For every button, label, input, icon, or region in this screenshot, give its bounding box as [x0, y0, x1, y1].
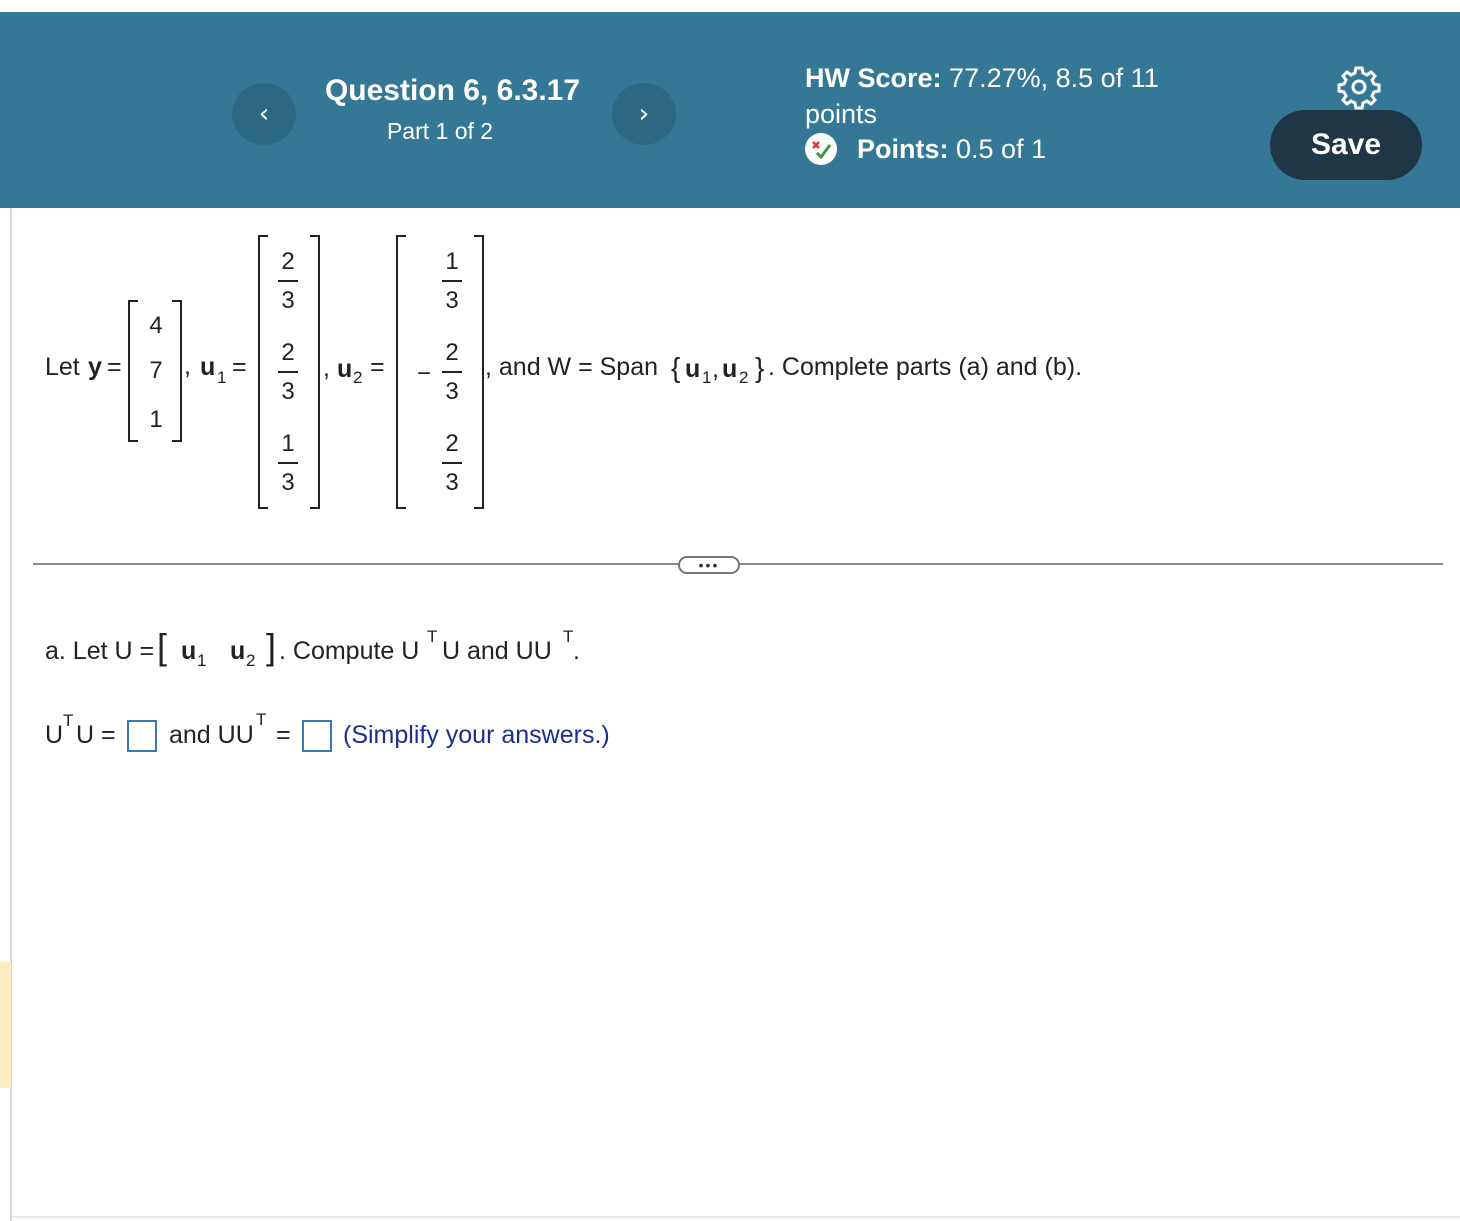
partial-credit-icon	[805, 133, 837, 165]
compute-text: . Compute U	[279, 637, 420, 665]
left-highlight-marker	[0, 962, 11, 1088]
bottom-border	[12, 1216, 1460, 1218]
fraction-denominator: 3	[445, 469, 459, 496]
utu-answer-input[interactable]	[127, 720, 157, 752]
u1-symbol: u	[200, 353, 216, 381]
u1-subscript: 1	[702, 368, 712, 387]
negative-sign: −	[416, 360, 431, 387]
comma: ,	[323, 354, 330, 382]
utu-u: U	[45, 721, 64, 749]
utu-rest: U =	[76, 721, 116, 749]
brace-open: {	[671, 352, 681, 383]
transpose-superscript: T	[427, 627, 438, 646]
points-row: Points: 0.5 of 1	[805, 133, 1046, 165]
comma: ,	[184, 352, 191, 380]
and-text: U and UU	[442, 637, 552, 665]
question-title: Question 6, 6.3.17	[324, 74, 581, 107]
y-vector-right-bracket	[172, 300, 182, 442]
chevron-left-icon: ‹	[258, 99, 270, 129]
y-symbol: y	[88, 353, 102, 381]
u2-symbol: u	[722, 355, 738, 383]
header-bar: ‹ Question 6, 6.3.17 Part 1 of 2 › HW Sc…	[0, 12, 1460, 208]
u2-symbol: u	[230, 637, 246, 665]
hw-score-unit: points	[805, 99, 878, 129]
part-a-lead: a. Let U =	[45, 637, 155, 665]
fraction-denominator: 3	[445, 287, 459, 314]
fraction-numerator: 2	[445, 339, 459, 366]
u1-vector-left-bracket	[258, 235, 268, 509]
transpose-superscript: T	[256, 710, 267, 729]
u2-subscript: 2	[353, 368, 363, 387]
fraction-numerator: 2	[281, 339, 295, 366]
u1-subscript: 1	[197, 651, 207, 670]
matrix-right-bracket: ]	[266, 626, 277, 667]
uut-answer-input[interactable]	[302, 720, 332, 752]
u2-subscript: 2	[739, 368, 749, 387]
fraction-bar	[278, 280, 298, 282]
comma: ,	[712, 355, 719, 383]
y-vector-entry: 1	[149, 406, 163, 433]
u2-vector-left-bracket	[396, 235, 406, 509]
let-text: Let	[45, 353, 80, 381]
u2-vector-right-bracket	[474, 235, 484, 509]
previous-question-button[interactable]: ‹	[232, 83, 296, 145]
transpose-superscript: T	[563, 627, 574, 646]
hw-score-value: 77.27%, 8.5 of 11	[949, 63, 1159, 93]
fraction-denominator: 3	[281, 469, 295, 496]
u2-subscript: 2	[246, 651, 256, 670]
u2-symbol: u	[337, 355, 353, 383]
fraction-denominator: 3	[445, 378, 459, 405]
fraction-bar	[278, 462, 298, 464]
u1-symbol: u	[181, 637, 197, 665]
points-label: Points:	[857, 133, 949, 164]
fraction-bar	[442, 462, 462, 464]
equals-sign: =	[370, 353, 385, 381]
y-vector-left-bracket	[128, 300, 138, 442]
y-vector-entry: 7	[149, 357, 163, 384]
chevron-right-icon: ›	[638, 99, 650, 129]
hw-score: HW Score: 77.27%, 8.5 of 11 points	[805, 60, 1225, 132]
save-button[interactable]: Save	[1270, 110, 1422, 180]
and-uut-text: and UU	[169, 721, 254, 749]
simplify-hint: (Simplify your answers.)	[343, 721, 610, 749]
fraction-numerator: 2	[445, 430, 459, 457]
fraction-numerator: 1	[445, 248, 459, 275]
fraction-bar	[442, 280, 462, 282]
equals-sign: =	[232, 353, 247, 381]
fraction-numerator: 1	[281, 430, 295, 457]
fraction-denominator: 3	[281, 287, 295, 314]
points-value: 0.5 of 1	[956, 133, 1047, 164]
u1-symbol: u	[685, 355, 701, 383]
gear-icon[interactable]	[1336, 64, 1382, 110]
fraction-bar	[278, 371, 298, 373]
matrix-left-bracket: [	[157, 626, 168, 667]
transpose-superscript: T	[63, 711, 74, 730]
next-question-button[interactable]: ›	[612, 83, 676, 145]
period: .	[573, 637, 580, 665]
brace-close: }	[755, 352, 765, 383]
fraction-denominator: 3	[281, 378, 295, 405]
hw-score-label: HW Score:	[805, 63, 942, 93]
part-label: Part 1 of 2	[386, 118, 494, 144]
span-text: , and W = Span	[485, 353, 659, 381]
u1-vector-right-bracket	[310, 235, 320, 509]
fraction-numerator: 2	[281, 248, 295, 275]
complete-parts-text: . Complete parts (a) and (b).	[768, 353, 1083, 381]
equals-sign: =	[276, 721, 291, 749]
show-more-button[interactable]: •••	[678, 556, 740, 574]
y-vector-entry: 4	[149, 312, 163, 339]
equals-sign: =	[107, 353, 122, 381]
u1-subscript: 1	[217, 368, 227, 387]
fraction-bar	[442, 371, 462, 373]
